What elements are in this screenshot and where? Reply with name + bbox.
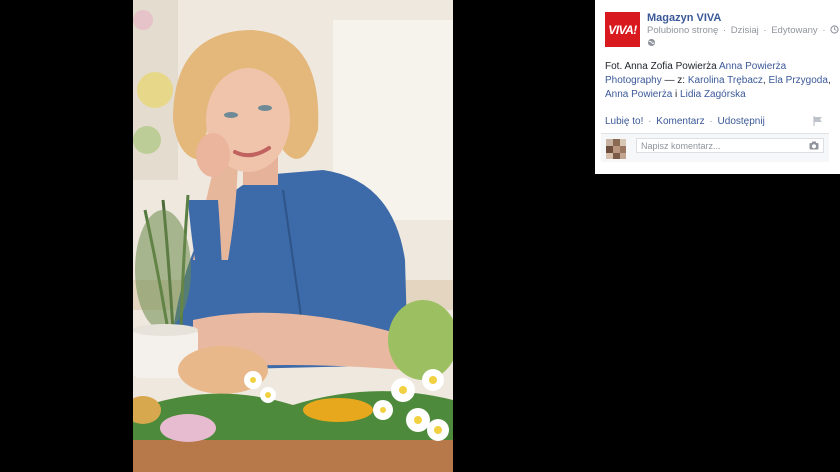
post-actions: Lubię to! · Komentarz · Udostępnij: [605, 116, 765, 127]
page-name[interactable]: Magazyn VIVA: [647, 12, 721, 24]
avatar[interactable]: [606, 139, 626, 159]
caption-text: Fot. Anna Zofia Powierża: [605, 61, 717, 72]
separator: ·: [822, 25, 826, 36]
separator: ·: [763, 25, 767, 36]
separator: ,: [827, 75, 831, 86]
share-button[interactable]: Udostępnij: [718, 116, 765, 127]
liked-page-label[interactable]: Polubiono stronę: [647, 25, 718, 36]
page-logo[interactable]: VIVA!: [605, 12, 640, 47]
flag-icon[interactable]: [813, 116, 823, 126]
post-sidebar: VIVA! Magazyn VIVA Polubiono stronę · Dz…: [595, 0, 840, 472]
panel-blank-area: [595, 174, 840, 472]
clock-icon[interactable]: [830, 25, 839, 34]
post-meta: Polubiono stronę · Dzisiaj · Edytowany ·…: [647, 25, 840, 36]
globe-icon[interactable]: [647, 38, 656, 49]
separator: ·: [722, 25, 727, 36]
edited-label[interactable]: Edytowany: [771, 25, 817, 36]
post-photo[interactable]: [133, 0, 453, 472]
like-button[interactable]: Lubię to!: [605, 116, 643, 127]
camera-icon[interactable]: [809, 141, 819, 150]
comment-input[interactable]: Napisz komentarz...: [636, 138, 824, 153]
comment-box: Napisz komentarz...: [601, 133, 829, 162]
timestamp[interactable]: Dzisiaj: [731, 25, 759, 36]
comment-button[interactable]: Komentarz: [656, 116, 704, 127]
with-label: — z:: [661, 75, 688, 86]
separator: i: [672, 89, 681, 100]
tagged-person-link[interactable]: Lidia Zagórska: [680, 89, 746, 100]
separator: ·: [709, 116, 713, 127]
tagged-person-link[interactable]: Anna Powierża: [605, 89, 672, 100]
tagged-person-link[interactable]: Karolina Trębacz: [688, 75, 763, 86]
tagged-person-link[interactable]: Ela Przygoda: [768, 75, 827, 86]
post-caption: Fot. Anna Zofia Powierża Anna Powierża P…: [605, 60, 833, 102]
separator: ·: [648, 116, 652, 127]
photo-illustration: [133, 0, 453, 472]
